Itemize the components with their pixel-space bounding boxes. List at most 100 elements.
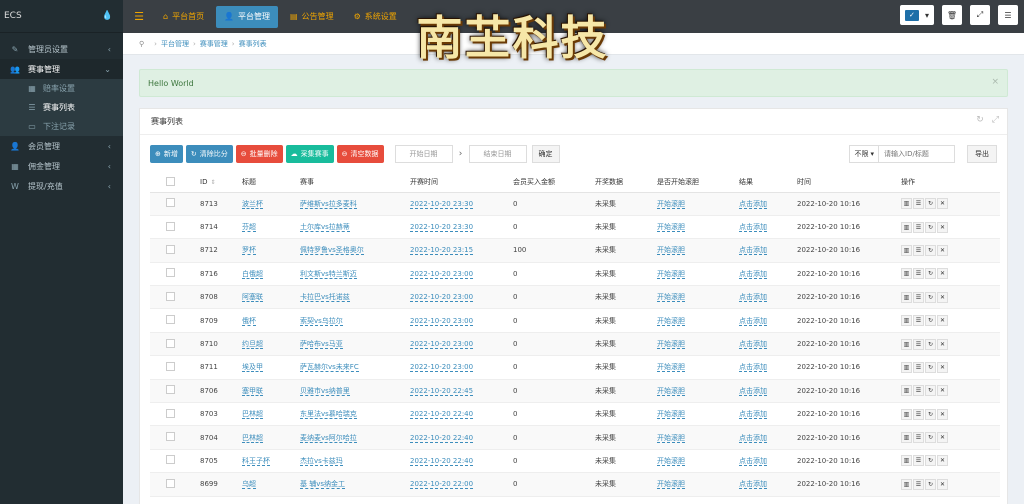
list-icon[interactable]: ☰ [913, 244, 924, 256]
cell-match[interactable]: 利文斯vs特兰斯迈 [300, 269, 357, 279]
menu-toggle-icon[interactable]: ☰ [123, 10, 155, 23]
close-icon[interactable]: ✕ [937, 315, 948, 327]
chart-icon[interactable]: ▥ [901, 361, 912, 373]
row-checkbox[interactable] [166, 478, 175, 488]
cell-rolling[interactable]: 开始滚胆 [657, 340, 685, 350]
row-checkbox[interactable] [166, 455, 175, 465]
cell-match[interactable]: 索契vs乌拉尔 [300, 316, 343, 326]
cell-result[interactable]: 点击添加 [739, 363, 767, 373]
breadcrumb-item[interactable]: 赛事管理 [200, 39, 228, 49]
fullscreen-button[interactable]: ⤢ [970, 5, 990, 25]
chart-icon[interactable]: ▥ [901, 478, 912, 490]
breadcrumb-item[interactable]: 赛事列表 [239, 39, 267, 49]
cell-result[interactable]: 点击添加 [739, 386, 767, 396]
refresh-icon[interactable]: ↻ [925, 432, 936, 444]
cell-result[interactable]: 点击添加 [739, 223, 767, 233]
cell-result[interactable]: 点击添加 [739, 246, 767, 256]
chart-icon[interactable]: ▥ [901, 268, 912, 280]
cell-result[interactable]: 点击添加 [739, 199, 767, 209]
cell-start-time[interactable]: 2022-10-20 23:00 [410, 316, 474, 326]
cell-start-time[interactable]: 2022-10-20 22:40 [410, 410, 474, 420]
cell-result[interactable]: 点击添加 [739, 340, 767, 350]
cell-rolling[interactable]: 开始滚胆 [657, 246, 685, 256]
refresh-icon[interactable]: ↻ [925, 244, 936, 256]
chart-icon[interactable]: ▥ [901, 315, 912, 327]
cell-rolling[interactable]: 开始滚胆 [657, 316, 685, 326]
end-date-input[interactable]: 结束日期 [468, 145, 527, 163]
refresh-icon[interactable]: ↻ [925, 315, 936, 327]
list-icon[interactable]: ☰ [913, 221, 924, 233]
filter-select[interactable]: 不限 ▾ [849, 145, 879, 163]
cell-rolling[interactable]: 开始滚胆 [657, 410, 685, 420]
cell-rolling[interactable]: 开始滚胆 [657, 293, 685, 303]
chart-icon[interactable]: ▥ [901, 385, 912, 397]
cell-match[interactable]: 土尔库vs拉赫蒂 [300, 223, 350, 233]
cell-rolling[interactable]: 开始滚胆 [657, 363, 685, 373]
tab-platform-home[interactable]: ⌂ 平台首页 [155, 6, 212, 28]
search-input[interactable] [879, 145, 955, 163]
sidebar-subitem-odds-settings[interactable]: ▦ 赔率设置 [0, 79, 123, 98]
row-checkbox[interactable] [166, 291, 175, 301]
close-icon[interactable]: ✕ [937, 291, 948, 303]
close-icon[interactable]: ✕ [937, 244, 948, 256]
row-checkbox[interactable] [166, 408, 175, 418]
refresh-icon[interactable]: ↻ [925, 455, 936, 467]
cell-title[interactable]: 芬超 [242, 223, 256, 233]
refresh-icon[interactable]: ↻ [925, 338, 936, 350]
export-button[interactable]: 导出 [967, 145, 997, 163]
cell-rolling[interactable]: 开始滚胆 [657, 223, 685, 233]
list-icon[interactable]: ☰ [913, 315, 924, 327]
cell-title[interactable]: 波兰杯 [242, 199, 263, 209]
refresh-icon[interactable]: ↻ [925, 268, 936, 280]
cell-title[interactable]: 科王子杯 [242, 456, 270, 466]
list-icon[interactable]: ☰ [913, 361, 924, 373]
start-date-input[interactable]: 开始日期 [394, 145, 453, 163]
cell-title[interactable]: 白俄超 [242, 269, 263, 279]
list-icon[interactable]: ☰ [913, 478, 924, 490]
theme-picker-button[interactable]: ✓ ▾ [900, 5, 934, 25]
sidebar-item-match-management[interactable]: 👥 赛事管理 ⌄ [0, 59, 123, 79]
cell-result[interactable]: 点击添加 [739, 269, 767, 279]
chart-icon[interactable]: ▥ [901, 455, 912, 467]
row-checkbox[interactable] [166, 198, 175, 208]
cell-match[interactable]: 东里法vs慕哈瑞克 [300, 410, 357, 420]
chart-icon[interactable]: ▥ [901, 198, 912, 210]
refresh-icon[interactable]: ↻ [925, 198, 936, 210]
row-checkbox[interactable] [166, 315, 175, 325]
refresh-icon[interactable]: ↻ [925, 408, 936, 420]
collect-matches-button[interactable]: ☁ 采集赛事 [285, 145, 334, 163]
cell-start-time[interactable]: 2022-10-20 23:30 [410, 223, 474, 233]
refresh-icon[interactable]: ↻ [976, 115, 984, 125]
logo[interactable]: ECS 💧 [0, 0, 123, 33]
confirm-button[interactable]: 确定 [531, 145, 560, 163]
sidebar-item-member-management[interactable]: 👤 会员管理 ‹ [0, 136, 123, 156]
cell-match[interactable]: 杰拉vs卡兹玛 [300, 456, 343, 466]
close-icon[interactable]: ✕ [937, 478, 948, 490]
cell-start-time[interactable]: 2022-10-20 23:00 [410, 340, 474, 350]
cell-result[interactable]: 点击添加 [739, 410, 767, 420]
close-icon[interactable]: ✕ [937, 338, 948, 350]
cell-result[interactable]: 点击添加 [739, 293, 767, 303]
row-checkbox[interactable] [166, 432, 175, 442]
chart-icon[interactable]: ▥ [901, 244, 912, 256]
refresh-icon[interactable]: ↻ [925, 478, 936, 490]
add-button[interactable]: ⊕ 新增 [150, 145, 183, 163]
cell-result[interactable]: 点击添加 [739, 433, 767, 443]
cell-match[interactable]: 萨哈布vs马亚 [300, 340, 343, 350]
cell-match[interactable]: 贝雅市vs纳普里 [300, 386, 350, 396]
cell-title[interactable]: 巴林超 [242, 433, 263, 443]
cell-rolling[interactable]: 开始滚胆 [657, 199, 685, 209]
cell-match[interactable]: 萨维斯vs拉多麦科 [300, 199, 357, 209]
chart-icon[interactable]: ▥ [901, 432, 912, 444]
cell-title[interactable]: 俄杯 [242, 316, 256, 326]
tab-platform-management[interactable]: 👤 平台管理 [216, 5, 279, 28]
cell-result[interactable]: 点击添加 [739, 480, 767, 490]
list-icon[interactable]: ☰ [913, 198, 924, 210]
close-icon[interactable]: ✕ [937, 385, 948, 397]
chart-icon[interactable]: ▥ [901, 338, 912, 350]
refresh-icon[interactable]: ↻ [925, 361, 936, 373]
sidebar-subitem-bet-records[interactable]: ▭ 下注记录 [0, 117, 123, 136]
close-icon[interactable]: × [991, 77, 999, 87]
cell-title[interactable]: 巴林超 [242, 410, 263, 420]
list-icon[interactable]: ☰ [913, 385, 924, 397]
